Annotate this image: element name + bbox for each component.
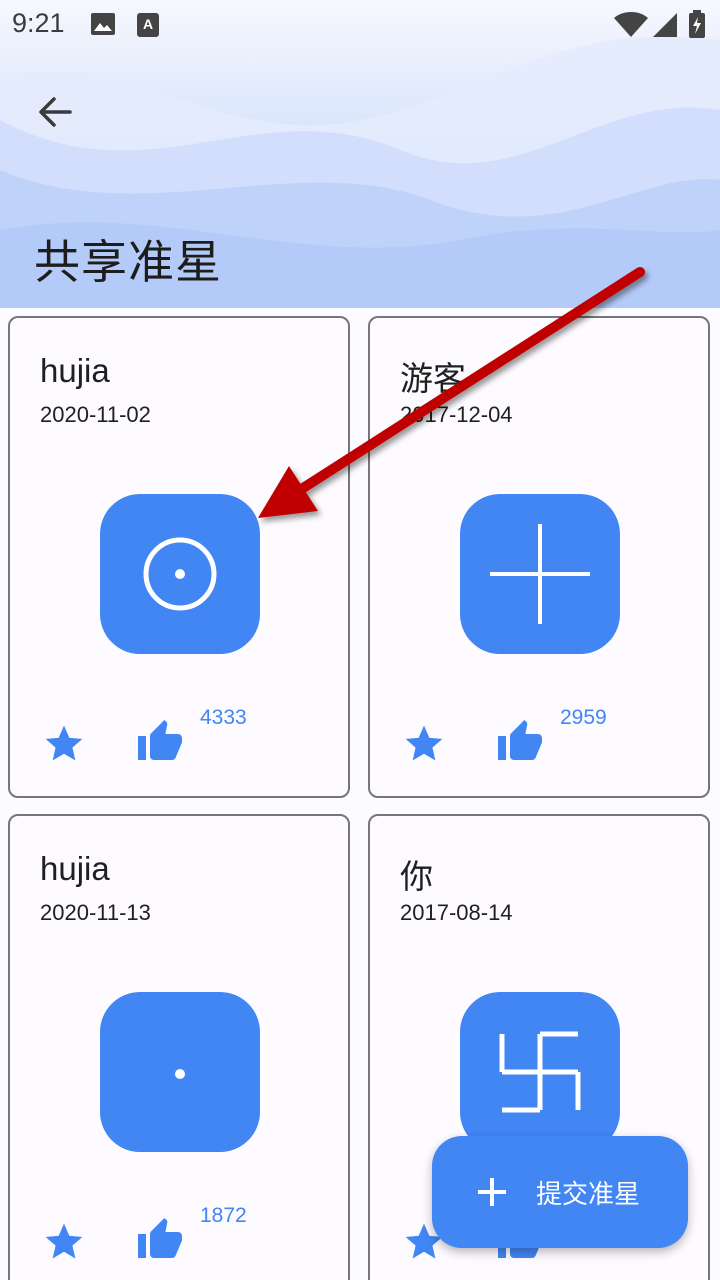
card-author: 游客 (400, 360, 466, 397)
crosshair-preview[interactable] (460, 494, 620, 654)
submit-crosshair-label: 提交准星 (536, 1180, 641, 1210)
like-button[interactable] (136, 1216, 184, 1264)
page-title: 共享准星 (34, 235, 222, 289)
favorite-button[interactable] (402, 722, 446, 766)
star-icon (45, 1223, 83, 1259)
card-author: hujia (40, 352, 110, 389)
star-icon (405, 725, 443, 761)
status-time: 9:21 (12, 8, 65, 38)
thumbs-up-icon (498, 720, 542, 760)
a-text-icon: A (137, 13, 159, 37)
favorite-button[interactable] (42, 722, 86, 766)
status-bar: 9:21 A (0, 0, 720, 50)
submit-crosshair-button[interactable]: 提交准星 (432, 1136, 688, 1248)
crosshair-card[interactable]: 游客 2017-12-04 2959 (368, 316, 710, 798)
card-date: 2020-11-02 (40, 402, 151, 427)
crosshair-preview[interactable] (100, 494, 260, 654)
screen: 9:21 A 共享准星 hujia 2020-11-02 4333 游客 201… (0, 0, 720, 1280)
battery-icon (689, 10, 705, 38)
like-button[interactable] (496, 718, 544, 766)
crosshair-card[interactable]: hujia 2020-11-02 4333 (8, 316, 350, 798)
dot-crosshair-icon (175, 1069, 185, 1079)
star-icon (45, 725, 83, 761)
like-button[interactable] (136, 718, 184, 766)
wifi-icon (614, 12, 648, 37)
card-author: 你 (400, 858, 433, 895)
crosshair-preview[interactable] (100, 992, 260, 1152)
circle-dot-crosshair-icon (143, 537, 217, 611)
swastika-crosshair-icon (499, 1031, 581, 1113)
cross-crosshair-icon (490, 524, 590, 624)
favorite-button[interactable] (42, 1220, 86, 1264)
card-date: 2020-11-13 (40, 900, 151, 925)
signal-icon (653, 13, 677, 37)
card-author: hujia (40, 850, 110, 887)
arrow-left-icon (39, 97, 72, 127)
like-count: 1872 (200, 1204, 247, 1227)
thumbs-up-icon (138, 1218, 182, 1258)
plus-icon (478, 1178, 506, 1206)
like-count: 2959 (560, 706, 607, 729)
card-date: 2017-12-04 (400, 402, 513, 427)
crosshair-card[interactable]: hujia 2020-11-13 1872 (8, 814, 350, 1280)
thumbs-up-icon (138, 720, 182, 760)
back-button[interactable] (26, 82, 86, 142)
like-count: 4333 (200, 706, 247, 729)
header: 9:21 A 共享准星 (0, 0, 720, 308)
card-date: 2017-08-14 (400, 900, 513, 925)
crosshair-preview[interactable] (460, 992, 620, 1152)
image-icon (91, 13, 115, 35)
svg-text:A: A (143, 16, 153, 32)
